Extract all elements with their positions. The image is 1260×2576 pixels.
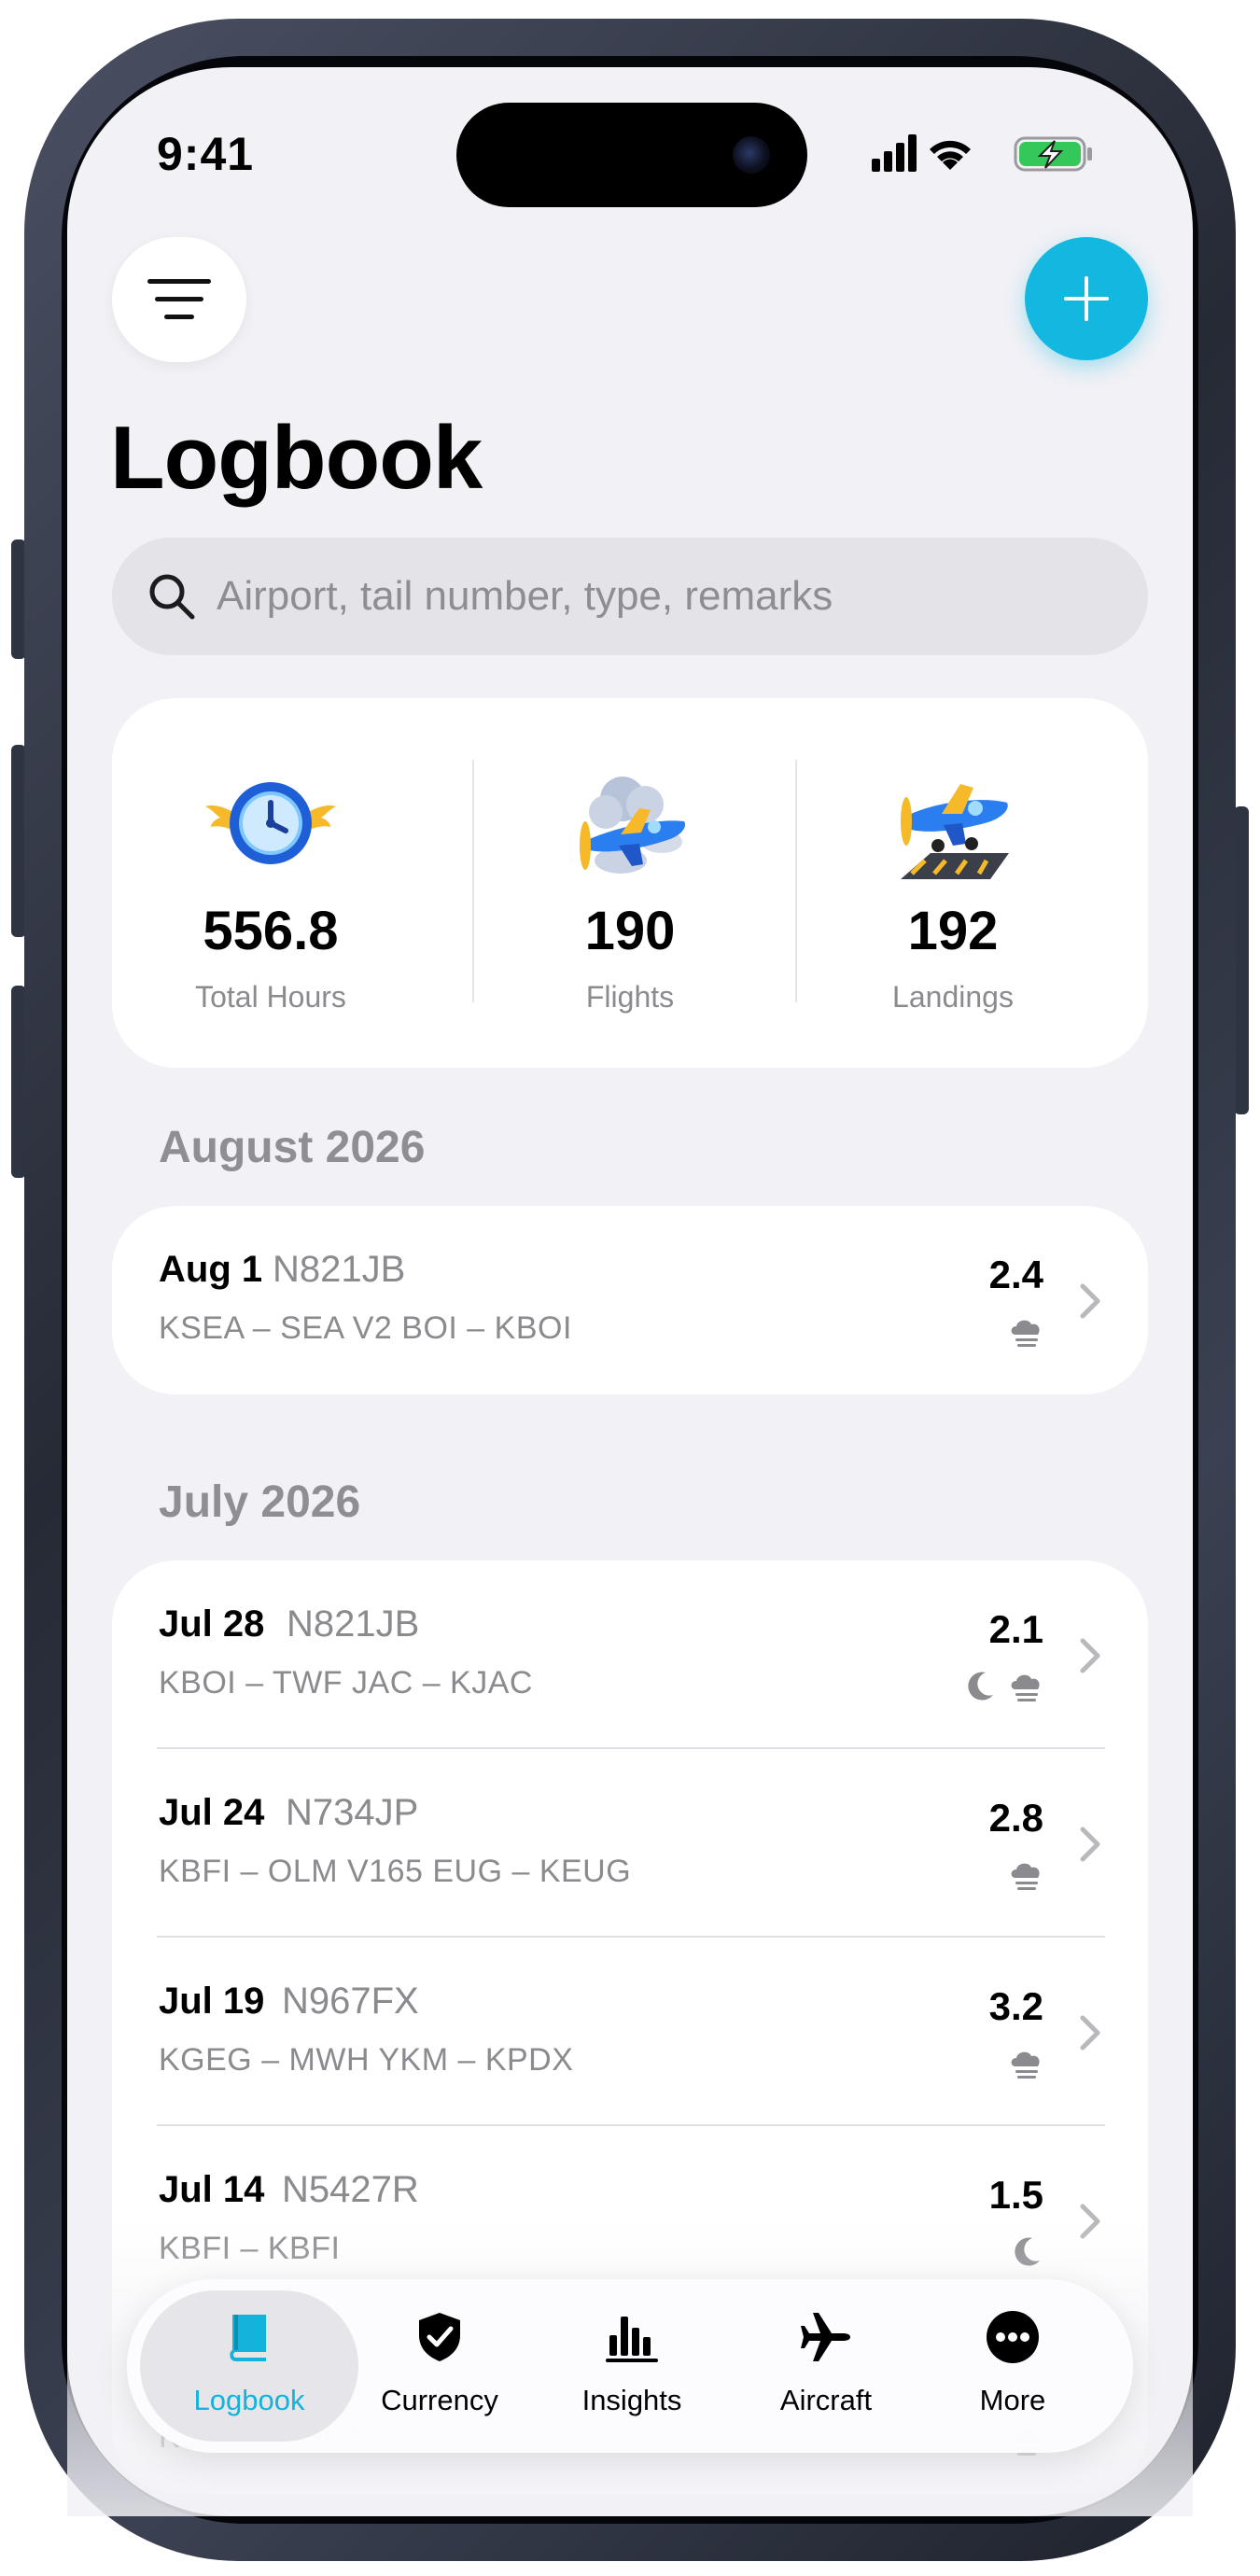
flight-date: Jul 24: [159, 1792, 265, 1833]
flight-route: KBFI – KBFI: [159, 2231, 341, 2266]
chevron-right-icon: [1080, 1283, 1100, 1319]
tab-label: Insights: [581, 2384, 682, 2416]
tab-label: Currency: [381, 2384, 498, 2416]
flight-row[interactable]: Jul 28 N821JB KBOI – TWF JAC – KJAC 2.1: [112, 1561, 1148, 1749]
section-header: August 2026: [159, 1123, 426, 1172]
search-bar[interactable]: [112, 538, 1148, 655]
stat-value: 556.8: [203, 901, 339, 961]
flight-route: KBOI – TWF JAC – KJAC: [159, 1665, 533, 1701]
search-input[interactable]: [217, 573, 1113, 620]
cellular-signal-icon: [872, 134, 917, 172]
chevron-right-icon: [1080, 2015, 1100, 2051]
moon-icon: [968, 1672, 993, 1701]
stat-value: 190: [584, 901, 676, 961]
tail-number: N821JB: [273, 1249, 406, 1290]
cloud-icon: [1011, 2051, 1040, 2079]
flight-hours: 2.8: [988, 1796, 1043, 1840]
add-flight-button[interactable]: [1025, 237, 1148, 360]
stats-card: 556.8 Total Hours 190 Flights 192 Landin…: [112, 698, 1148, 1068]
plus-icon: [1064, 276, 1109, 321]
tab-label: Aircraft: [779, 2384, 873, 2416]
cloud-icon: [1011, 1863, 1040, 1890]
airplane-cloud-icon: [580, 777, 686, 874]
stat-label: Flights: [585, 980, 675, 1014]
winged-clock-icon: [205, 782, 336, 864]
tail-number: N967FX: [282, 1981, 419, 2022]
flight-date: Jul 19: [159, 1981, 265, 2022]
chevron-right-icon: [1080, 1638, 1100, 1673]
shield-check-icon: [419, 2313, 460, 2361]
airplane-icon: [801, 2313, 850, 2361]
power-button: [1234, 806, 1249, 1114]
airplane-landing-icon: [901, 784, 1009, 879]
stat-label: Total Hours: [195, 980, 346, 1014]
tab-currency[interactable]: Currency: [330, 2290, 549, 2442]
chevron-right-icon: [1080, 1827, 1100, 1862]
tab-bar: Logbook Currency Insights Aircraft More: [127, 2279, 1133, 2453]
chevron-right-icon: [1080, 2204, 1100, 2239]
stat-landings: 192 Landings: [794, 698, 1112, 1068]
cloud-icon: [1011, 1674, 1040, 1701]
status-icons: [872, 134, 1092, 172]
flight-route: KBFI – OLM V165 EUG – KEUG: [159, 1854, 632, 1889]
section-header: July 2026: [159, 1477, 361, 1527]
tab-aircraft[interactable]: Aircraft: [717, 2290, 935, 2442]
stat-value: 192: [907, 901, 999, 961]
cloud-icon: [1011, 1320, 1040, 1347]
flight-date: Jul 14: [159, 2169, 265, 2210]
wifi-icon: [930, 140, 971, 170]
tail-number: N821JB: [287, 1603, 420, 1645]
tab-more[interactable]: More: [903, 2290, 1122, 2442]
flight-date: Aug 1: [159, 1249, 263, 1290]
stat-label: Landings: [892, 980, 1014, 1014]
tail-number: N734JP: [286, 1792, 419, 1833]
tab-logbook[interactable]: Logbook: [140, 2290, 358, 2442]
page-title: Logbook: [110, 408, 483, 508]
flight-row[interactable]: Jul 24 N734JP KBFI – OLM V165 EUG – KEUG…: [112, 1749, 1148, 1938]
flight-date: Jul 28: [159, 1603, 265, 1645]
tab-label: More: [979, 2384, 1046, 2416]
tail-number: N5427R: [282, 2169, 419, 2210]
front-camera: [733, 136, 770, 174]
flight-group-august: Aug 1 N821JB KSEA – SEA V2 BOI – KBOI 2.…: [112, 1206, 1148, 1394]
flight-row[interactable]: Jul 19 N967FX KGEG – MWH YKM – KPDX 3.2: [112, 1938, 1148, 2126]
ellipsis-circle-icon: [987, 2311, 1039, 2363]
flight-hours: 2.1: [988, 1607, 1043, 1651]
flight-route: KSEA – SEA V2 BOI – KBOI: [159, 1310, 572, 1346]
search-icon: [149, 574, 195, 620]
flight-hours: 1.5: [988, 2173, 1043, 2217]
tab-insights[interactable]: Insights: [523, 2290, 741, 2442]
battery-charging-icon: [1014, 136, 1092, 172]
tab-label: Logbook: [193, 2384, 305, 2416]
flight-hours: 2.4: [988, 1253, 1043, 1296]
bar-chart-icon: [606, 2317, 658, 2362]
filter-menu-button[interactable]: [112, 237, 246, 362]
flight-row[interactable]: Aug 1 N821JB KSEA – SEA V2 BOI – KBOI 2.…: [112, 1206, 1148, 1394]
status-time: 9:41: [157, 128, 255, 180]
stat-total-hours: 556.8 Total Hours: [112, 698, 429, 1068]
stat-flights: 190 Flights: [471, 698, 789, 1068]
list-filter-icon: [147, 279, 211, 319]
dynamic-island: [456, 103, 807, 207]
book-icon: [230, 2315, 266, 2361]
moon-icon: [1015, 2237, 1040, 2266]
flight-hours: 3.2: [988, 1984, 1043, 2028]
flight-route: KGEG – MWH YKM – KPDX: [159, 2042, 574, 2078]
